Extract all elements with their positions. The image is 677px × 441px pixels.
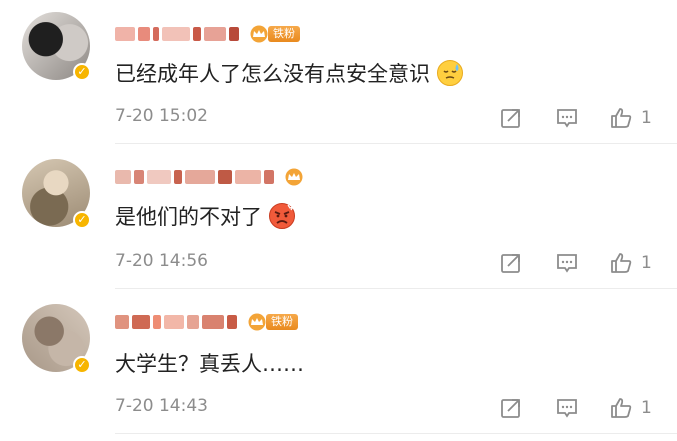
comment-actions: 1	[499, 396, 652, 420]
comment-icon[interactable]	[555, 106, 579, 130]
username[interactable]	[115, 167, 305, 187]
verified-badge-icon: ✓	[73, 211, 91, 229]
timestamp: 7-20 15:02	[115, 106, 208, 126]
share-icon[interactable]	[499, 251, 523, 275]
username[interactable]: 铁粉	[115, 312, 298, 332]
like-count: 1	[641, 108, 652, 128]
timestamp: 7-20 14:56	[115, 251, 208, 271]
verified-badge-icon: ✓	[73, 356, 91, 374]
share-icon[interactable]	[499, 106, 523, 130]
fan-tag: 铁粉	[268, 26, 300, 42]
fan-badge: 铁粉	[246, 313, 298, 331]
angry-emoji-icon	[269, 203, 295, 229]
thumbs-up-icon[interactable]	[609, 251, 633, 275]
comment-text-body: 已经成年人了怎么没有点安全意识	[115, 62, 430, 86]
thumbs-up-icon[interactable]	[609, 106, 633, 130]
comment-item: ✓ 铁粉 大学生？真丢人…… 7-20 14:43 1	[0, 290, 677, 434]
crown-icon	[248, 313, 266, 331]
verified-badge-icon: ✓	[73, 63, 91, 81]
comment-text: 大学生？真丢人……	[115, 348, 304, 378]
divider	[115, 143, 677, 144]
crown-icon	[285, 168, 303, 186]
comment-icon[interactable]	[555, 251, 579, 275]
comment-text-body: 大学生？真丢人……	[115, 352, 304, 376]
comment-actions: 1	[499, 251, 652, 275]
sweat-emoji-icon	[437, 60, 463, 86]
comment-actions: 1	[499, 106, 652, 130]
comment-text: 是他们的不对了	[115, 201, 296, 231]
crown-icon	[250, 25, 268, 43]
username[interactable]: 铁粉	[115, 24, 300, 44]
comment-text-body: 是他们的不对了	[115, 205, 262, 229]
divider	[115, 288, 677, 289]
like-count: 1	[641, 253, 652, 273]
comment-item: ✓ 铁粉 已经成年人了怎么没有点安全意识 7-20 15:02 1	[0, 0, 677, 144]
like-count: 1	[641, 398, 652, 418]
fan-tag: 铁粉	[266, 314, 298, 330]
timestamp: 7-20 14:43	[115, 396, 208, 416]
divider	[115, 433, 677, 434]
fan-badge	[283, 168, 305, 186]
thumbs-up-icon[interactable]	[609, 396, 633, 420]
comment-icon[interactable]	[555, 396, 579, 420]
comment-text: 已经成年人了怎么没有点安全意识	[115, 58, 464, 88]
fan-badge: 铁粉	[248, 25, 300, 43]
share-icon[interactable]	[499, 396, 523, 420]
comment-item: ✓ 是他们的不对了 7-20 14:56 1	[0, 145, 677, 289]
